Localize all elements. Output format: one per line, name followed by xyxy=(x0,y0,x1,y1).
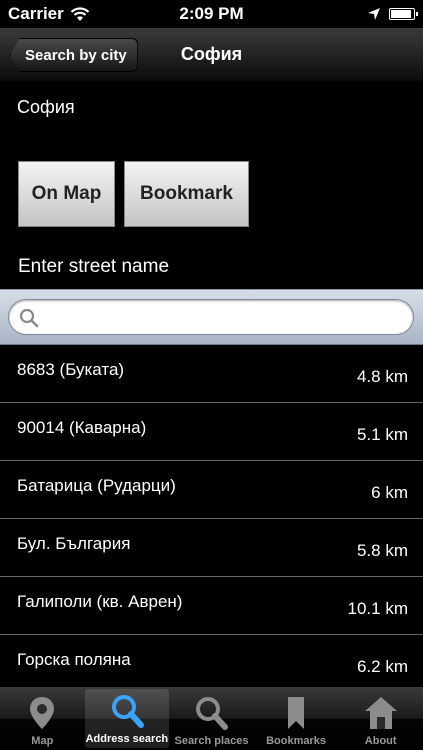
list-item[interactable]: 8683 (Буката) 4.8 km xyxy=(0,345,423,403)
tab-bar: Map Address search Search places Bookmar… xyxy=(0,687,423,750)
street-distance: 4.8 km xyxy=(356,367,408,386)
wifi-icon xyxy=(70,6,90,21)
status-left: Carrier xyxy=(8,4,90,24)
tab-label: Map xyxy=(31,735,54,747)
list-item[interactable]: 90014 (Каварна) 5.1 km xyxy=(0,403,423,461)
list-item[interactable]: Батарица (Рударци) 6 km xyxy=(0,461,423,519)
street-distance: 6.2 km xyxy=(356,657,408,676)
city-label: София xyxy=(17,97,75,117)
street-prompt: Enter street name xyxy=(18,256,170,277)
tab-label: Address search xyxy=(85,733,169,745)
street-name: Батарица (Рударци) xyxy=(17,476,176,495)
street-distance: 6 km xyxy=(371,483,408,502)
search-icon xyxy=(19,308,39,328)
street-name: Горска поляна xyxy=(17,650,131,669)
search-field[interactable] xyxy=(8,299,414,335)
status-bar: Carrier 2:09 PM xyxy=(0,0,423,28)
map-pin-icon xyxy=(30,697,55,729)
tab-bookmarks[interactable]: Bookmarks xyxy=(254,687,339,750)
tab-label: About xyxy=(364,735,397,747)
tab-label: Bookmarks xyxy=(266,735,327,747)
street-name: Галиполи (кв. Аврен) xyxy=(17,592,183,611)
street-distance: 5.1 km xyxy=(356,425,408,444)
location-arrow-icon xyxy=(368,8,380,20)
search-icon xyxy=(111,695,144,728)
list-item[interactable]: Галиполи (кв. Аврен) 10.1 km xyxy=(0,577,423,635)
tab-map[interactable]: Map xyxy=(0,687,85,750)
tab-address-search[interactable]: Address search xyxy=(84,689,170,748)
status-right xyxy=(367,7,418,21)
street-name: Бул. България xyxy=(17,534,131,553)
search-input[interactable] xyxy=(45,306,405,330)
on-map-button[interactable]: On Map xyxy=(18,161,115,227)
battery-icon xyxy=(389,8,418,20)
search-bar xyxy=(0,289,423,345)
tab-about[interactable]: About xyxy=(338,687,423,750)
back-button[interactable]: Search by city xyxy=(10,38,138,72)
navigation-bar: Search by city София xyxy=(0,28,423,82)
street-name: 8683 (Буката) xyxy=(17,360,125,379)
bookmark-button[interactable]: Bookmark xyxy=(124,161,249,227)
bookmark-icon xyxy=(288,697,305,729)
tab-label: Search places xyxy=(174,735,249,747)
list-item[interactable]: Горска поляна 6.2 km xyxy=(0,635,423,687)
tab-search-places[interactable]: Search places xyxy=(169,687,254,750)
page-title: София xyxy=(180,44,243,64)
clock: 2:09 PM xyxy=(179,4,244,23)
carrier-label: Carrier xyxy=(8,4,64,23)
home-icon xyxy=(364,697,397,729)
street-list: 8683 (Буката) 4.8 km 90014 (Каварна) 5.1… xyxy=(0,345,423,687)
list-item[interactable]: Бул. България 5.8 km xyxy=(0,519,423,577)
street-distance: 5.8 km xyxy=(356,541,408,560)
street-name: 90014 (Каварна) xyxy=(17,418,147,437)
street-distance: 10.1 km xyxy=(347,599,408,618)
search-icon xyxy=(196,697,229,730)
